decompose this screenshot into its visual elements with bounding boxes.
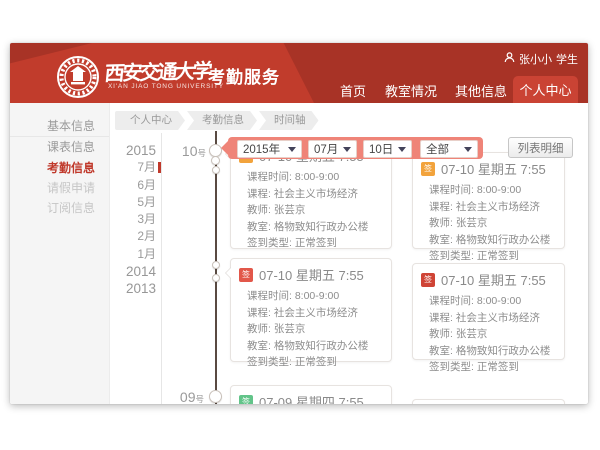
card-field: 教室: 格物致知行政办公楼 — [429, 343, 556, 360]
chevron-down-icon — [288, 147, 296, 152]
month-label[interactable]: 3月 — [110, 211, 156, 228]
month-label[interactable]: 6月 — [110, 177, 156, 194]
signin-status-icon: 签 — [239, 268, 253, 282]
app-title: 考勤服务 — [208, 63, 280, 88]
month-label[interactable]: 5月 — [110, 194, 156, 211]
sidebar-item-subscription-info[interactable]: 订阅信息 — [10, 198, 109, 218]
breadcrumb: 个人中心 考勤信息 时间轴 — [115, 111, 319, 130]
year-label[interactable]: 2015 — [110, 142, 156, 159]
attendance-card[interactable]: 签 07-10 星期五 7:55 课程时间: 8:00-9:00 课程: 社会主… — [230, 258, 392, 362]
card-field: 教师: 张芸京 — [247, 202, 383, 219]
app-window: 西安交通大学 XI'AN JIAO TONG UNIVERSITY 考勤服务 张… — [10, 43, 588, 404]
nav-other-info[interactable]: 其他信息 — [455, 81, 507, 100]
nav-home[interactable]: 首页 — [340, 81, 366, 100]
year-dropdown-value: 2015年 — [243, 141, 280, 157]
signin-status-icon: 签 — [239, 395, 253, 405]
university-name-en: XI'AN JIAO TONG UNIVERSITY — [108, 83, 224, 90]
card-field: 课程: 社会主义市场经济 — [247, 305, 383, 322]
card-field: 课程时间: 8:00-9:00 — [429, 182, 556, 199]
sidebar-item-schedule-info[interactable]: 课表信息 — [10, 137, 109, 157]
signin-status-icon: 签 — [421, 273, 435, 287]
card-field: 签到类型: 正常签到 — [247, 235, 383, 252]
card-field: 课程: 社会主义市场经济 — [429, 199, 556, 216]
chevron-down-icon — [343, 147, 351, 152]
card-title: 07-09 星期四 7:55 — [259, 392, 364, 404]
chevron-down-icon — [464, 147, 472, 152]
timeline-node — [212, 261, 220, 269]
card-field: 签到类型: 正常签到 — [429, 248, 556, 265]
type-dropdown-value: 全部 — [426, 141, 449, 157]
month-dropdown[interactable]: 07月 — [308, 140, 357, 158]
attendance-card[interactable]: 签 07-10 星期五 7:55 课程时间: 8:00-9:00 课程: 社会主… — [412, 152, 565, 249]
sidebar-item-leave-request[interactable]: 请假申请 — [10, 178, 109, 198]
card-field: 课程时间: 8:00-9:00 — [429, 293, 556, 310]
month-label[interactable]: 7月 — [110, 159, 156, 176]
nav-personal-center-active-tab[interactable]: 个人中心 — [513, 76, 578, 103]
timeline-node — [209, 390, 222, 403]
card-field: 课程时间: 8:00-9:00 — [247, 288, 383, 305]
month-label[interactable]: 2月 — [110, 228, 156, 245]
sidebar: 基本信息 课表信息 考勤信息 请假申请 订阅信息 — [10, 103, 110, 404]
card-field: 教室: 格物致知行政办公楼 — [429, 232, 556, 249]
chevron-down-icon — [398, 147, 406, 152]
timeline-node — [212, 274, 220, 282]
timeline-side-labels: 2015 7月 6月 5月 3月 2月 1月 2014 2013 — [110, 142, 156, 298]
app-header: 西安交通大学 XI'AN JIAO TONG UNIVERSITY 考勤服务 张… — [10, 43, 588, 103]
user-role: 学生 — [556, 51, 578, 67]
card-tail — [226, 268, 231, 278]
timeline-day-label-10[interactable]: 10号 — [176, 143, 206, 161]
card-field: 教师: 张芸京 — [247, 321, 383, 338]
day-dropdown-value: 10日 — [369, 141, 393, 157]
month-label[interactable]: 1月 — [110, 246, 156, 263]
year-label[interactable]: 2013 — [110, 280, 156, 297]
sidebar-item-basic-info[interactable]: 基本信息 — [10, 116, 109, 136]
attendance-card-partial — [412, 399, 565, 404]
university-logo-icon — [56, 55, 100, 99]
card-title: 07-10 星期五 7:55 — [259, 265, 364, 284]
card-field: 教师: 张芸京 — [429, 326, 556, 343]
year-dropdown[interactable]: 2015年 — [237, 140, 302, 158]
card-field: 教室: 格物致知行政办公楼 — [247, 338, 383, 355]
timeline-filter-bar: 2015年 07月 10日 全部 — [228, 137, 483, 159]
breadcrumb-personal-center[interactable]: 个人中心 — [115, 111, 185, 130]
person-icon — [504, 52, 515, 66]
card-field: 课程: 社会主义市场经济 — [247, 186, 383, 203]
signin-status-icon: 签 — [421, 162, 435, 176]
card-field: 课程时间: 8:00-9:00 — [247, 169, 383, 186]
card-title: 07-10 星期五 7:55 — [441, 159, 546, 178]
screenshot-canvas: 西安交通大学 XI'AN JIAO TONG UNIVERSITY 考勤服务 张… — [0, 0, 600, 450]
breadcrumb-attendance-info[interactable]: 考勤信息 — [187, 111, 257, 130]
card-field: 签到类型: 正常签到 — [247, 354, 383, 371]
sidebar-item-attendance-info[interactable]: 考勤信息 — [10, 158, 109, 178]
month-column-separator — [161, 133, 162, 404]
attendance-card[interactable]: 签 07-10 星期五 7:55 课程时间: 8:00-9:00 课程: 社会主… — [412, 263, 565, 360]
year-label[interactable]: 2014 — [110, 263, 156, 280]
timeline-day-label-09[interactable]: 09号 — [174, 389, 204, 404]
card-field: 签到类型: 正常签到 — [429, 359, 556, 376]
card-title: 07-10 星期五 7:55 — [441, 270, 546, 289]
nav-classrooms[interactable]: 教室情况 — [385, 81, 437, 100]
attendance-card[interactable]: 签 07-09 星期四 7:55 — [230, 385, 392, 404]
card-field: 教师: 张芸京 — [429, 215, 556, 232]
university-name-cn: 西安交通大学 — [103, 55, 211, 87]
card-field: 课程: 社会主义市场经济 — [429, 310, 556, 327]
timeline-node — [211, 156, 220, 165]
breadcrumb-timeline[interactable]: 时间轴 — [259, 111, 319, 130]
day-dropdown[interactable]: 10日 — [363, 140, 412, 158]
user-info[interactable]: 张小小 学生 — [504, 51, 578, 67]
list-detail-button[interactable]: 列表明细 — [508, 137, 573, 158]
user-name: 张小小 — [519, 51, 552, 67]
month-dropdown-value: 07月 — [314, 141, 338, 157]
card-field: 教室: 格物致知行政办公楼 — [247, 219, 383, 236]
type-dropdown[interactable]: 全部 — [420, 140, 478, 158]
timeline-node — [212, 166, 220, 174]
